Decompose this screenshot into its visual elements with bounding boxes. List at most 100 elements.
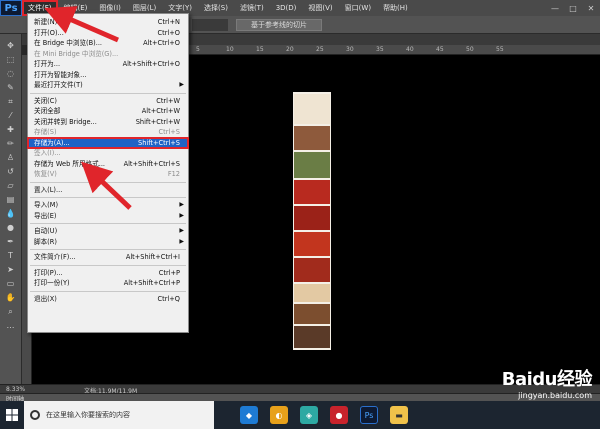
file-menu-item[interactable]: 导入(M) ▶ bbox=[28, 200, 188, 210]
app-icon-3[interactable]: ◈ bbox=[300, 406, 318, 424]
menu-item-shortcut: Alt+Shift+Ctrl+I bbox=[125, 253, 180, 261]
path-select-tool-icon[interactable]: ➤ bbox=[4, 264, 17, 275]
file-menu-item[interactable]: 打开(O)... Ctrl+O bbox=[28, 28, 188, 38]
photoshop-logo-icon: Ps bbox=[0, 0, 22, 16]
zoom-level[interactable]: 8.33% bbox=[6, 386, 25, 393]
crop-tool-icon[interactable]: ⌗ bbox=[4, 96, 17, 107]
menu-item-label: 打印(P)... bbox=[34, 268, 63, 277]
clone-stamp-tool-icon[interactable]: ♙ bbox=[4, 152, 17, 163]
menu-item-label: 导出(E) bbox=[34, 211, 57, 220]
file-menu-item[interactable]: 置入(L)... bbox=[28, 185, 188, 195]
zoom-tool-icon[interactable]: ⌕ bbox=[4, 306, 17, 317]
slices-from-guides-button[interactable]: 基于参考线的切片 bbox=[236, 19, 322, 31]
menu-item-label: 打印一份(Y) bbox=[34, 279, 70, 287]
menu-item-label: 自动(U) bbox=[34, 227, 58, 235]
menu-item-shortcut: Alt+Shift+Ctrl+P bbox=[123, 279, 180, 287]
file-menu-item[interactable]: 导出(E) ▶ bbox=[28, 211, 188, 221]
menu-item-label: 打开为智能对象... bbox=[34, 70, 87, 79]
photoshop-window: Ps 文件(F) 编辑(E) 图像(I) 图层(L) 文字(Y) 选择(S) 滤… bbox=[0, 0, 600, 429]
file-menu-item[interactable]: 新建(N)... Ctrl+N bbox=[28, 17, 188, 27]
move-tool-icon[interactable]: ✥ bbox=[4, 40, 17, 51]
file-menu-item[interactable]: 在 Bridge 中浏览(B)... Alt+Ctrl+O bbox=[28, 38, 188, 48]
menu-item-shortcut: Ctrl+Q bbox=[157, 294, 180, 303]
app-icon-1[interactable]: ◆ bbox=[240, 406, 258, 424]
file-menu-item[interactable]: 打开为智能对象... bbox=[28, 70, 188, 80]
healing-tool-icon[interactable]: ✚ bbox=[4, 124, 17, 135]
marquee-tool-icon[interactable]: ⬚ bbox=[4, 54, 17, 65]
close-button[interactable]: ✕ bbox=[582, 0, 600, 16]
app-icon-2[interactable]: ◐ bbox=[270, 406, 288, 424]
windows-taskbar: 在这里输入你要搜索的内容 ◆ ◐ ◈ ● Ps ▬ bbox=[0, 401, 600, 429]
menu-item-label: 在 Bridge 中浏览(B)... bbox=[34, 39, 103, 47]
more-tools-icon[interactable]: … bbox=[4, 320, 17, 331]
dodge-tool-icon[interactable]: ● bbox=[4, 222, 17, 233]
lasso-tool-icon[interactable]: ◌ bbox=[4, 68, 17, 79]
app-icon-4[interactable]: ● bbox=[330, 406, 348, 424]
menu-item-label: 在 Mini Bridge 中浏览(G)... bbox=[34, 49, 119, 58]
file-menu-item[interactable]: 关闭并转到 Bridge... Shift+Ctrl+W bbox=[28, 117, 188, 127]
menu-item-label: 退出(X) bbox=[34, 294, 57, 303]
menu-window[interactable]: 窗口(W) bbox=[339, 0, 377, 16]
menu-item-shortcut: Ctrl+O bbox=[157, 28, 180, 37]
file-menu-item: 在 Mini Bridge 中浏览(G)... bbox=[28, 49, 188, 59]
submenu-arrow-icon: ▶ bbox=[179, 227, 184, 234]
file-menu-item[interactable]: 存储为(A)... Shift+Ctrl+S bbox=[27, 136, 189, 149]
file-menu-item[interactable]: 打印(P)... Ctrl+P bbox=[28, 268, 188, 278]
options-field[interactable] bbox=[192, 19, 228, 31]
pen-tool-icon[interactable]: ✒ bbox=[4, 236, 17, 247]
search-placeholder: 在这里输入你要搜索的内容 bbox=[46, 411, 130, 419]
maximize-button[interactable]: □ bbox=[564, 0, 582, 16]
windows-logo-icon bbox=[6, 409, 18, 421]
image-tile bbox=[294, 180, 330, 204]
gradient-tool-icon[interactable]: ▤ bbox=[4, 194, 17, 205]
menu-separator bbox=[30, 92, 186, 94]
file-menu-item[interactable]: 最近打开文件(T) ▶ bbox=[28, 80, 188, 90]
eraser-tool-icon[interactable]: ▱ bbox=[4, 180, 17, 191]
file-menu-item[interactable]: 自动(U) ▶ bbox=[28, 226, 188, 236]
image-tile bbox=[294, 232, 330, 256]
hand-tool-icon[interactable]: ✋ bbox=[4, 292, 17, 303]
image-tile bbox=[294, 206, 330, 230]
submenu-arrow-icon: ▶ bbox=[179, 211, 184, 219]
taskbar-search[interactable]: 在这里输入你要搜索的内容 bbox=[24, 401, 214, 429]
menu-item-label: 导入(M) bbox=[34, 201, 59, 209]
menu-help[interactable]: 帮助(H) bbox=[377, 0, 414, 16]
file-menu-item[interactable]: 打开为... Alt+Shift+Ctrl+O bbox=[28, 59, 188, 69]
menu-item-shortcut: Shift+Ctrl+S bbox=[138, 138, 180, 147]
menu-3d[interactable]: 3D(D) bbox=[270, 0, 303, 16]
shape-tool-icon[interactable]: ▭ bbox=[4, 278, 17, 289]
start-button[interactable] bbox=[0, 401, 24, 429]
ruler-label: 10 bbox=[226, 46, 234, 53]
file-explorer-icon[interactable]: ▬ bbox=[390, 406, 408, 424]
quick-select-tool-icon[interactable]: ✎ bbox=[4, 82, 17, 93]
eyedropper-tool-icon[interactable]: ⁄ bbox=[4, 110, 17, 121]
file-menu-item[interactable]: 存储为 Web 所用格式... Alt+Shift+Ctrl+S bbox=[28, 159, 188, 169]
file-menu-item: 签入(I)... bbox=[28, 148, 188, 158]
baidu-watermark: Baidu经验 jingyan.baidu.com bbox=[482, 365, 593, 400]
menu-filter[interactable]: 滤镜(T) bbox=[234, 0, 270, 16]
watermark-url: jingyan.baidu.com bbox=[518, 391, 592, 400]
menu-item-shortcut: Alt+Ctrl+O bbox=[143, 39, 180, 47]
image-tile bbox=[294, 126, 330, 150]
submenu-arrow-icon: ▶ bbox=[179, 81, 184, 88]
file-menu-dropdown: 新建(N)... Ctrl+N 打开(O)... Ctrl+O 在 Bridge 中浏览… bbox=[27, 13, 189, 333]
menu-separator bbox=[30, 223, 186, 224]
file-menu-item[interactable]: 文件简介(F)... Alt+Shift+Ctrl+I bbox=[28, 252, 188, 262]
type-tool-icon[interactable]: T bbox=[4, 250, 17, 261]
brush-tool-icon[interactable]: ✏ bbox=[4, 138, 17, 149]
ruler-label: 15 bbox=[256, 46, 264, 53]
image-tile bbox=[294, 152, 330, 178]
file-menu-item[interactable]: 关闭(C) Ctrl+W bbox=[28, 96, 188, 106]
minimize-button[interactable]: — bbox=[546, 0, 564, 16]
file-menu-item[interactable]: 打印一份(Y) Alt+Shift+Ctrl+P bbox=[28, 278, 188, 288]
history-brush-tool-icon[interactable]: ↺ bbox=[4, 166, 17, 177]
photoshop-taskbar-icon[interactable]: Ps bbox=[360, 406, 378, 424]
file-menu-item[interactable]: 关闭全部 Alt+Ctrl+W bbox=[28, 106, 188, 116]
menu-item-label: 关闭(C) bbox=[34, 96, 57, 105]
blur-tool-icon[interactable]: 💧 bbox=[4, 208, 17, 219]
menu-view[interactable]: 视图(V) bbox=[302, 0, 338, 16]
file-menu-item[interactable]: 退出(X) Ctrl+Q bbox=[28, 294, 188, 304]
menu-select[interactable]: 选择(S) bbox=[198, 0, 234, 16]
tools-panel: ✥ ⬚ ◌ ✎ ⌗ ⁄ ✚ ✏ ♙ ↺ ▱ ▤ 💧 ● ✒ T ➤ ▭ ✋ ⌕ … bbox=[0, 34, 22, 403]
file-menu-item[interactable]: 脚本(R) ▶ bbox=[28, 237, 188, 247]
